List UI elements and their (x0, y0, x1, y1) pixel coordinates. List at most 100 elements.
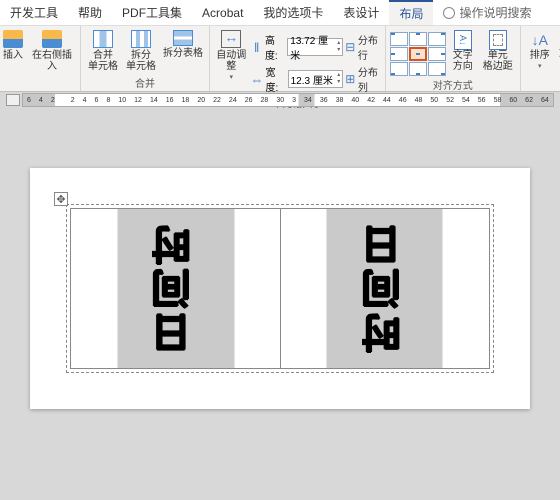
align-middle-left[interactable] (390, 47, 408, 61)
auto-fit-button[interactable]: 自动调整 ▾ (214, 28, 248, 85)
width-input[interactable]: 12.3 厘米 ▴▾ (288, 70, 344, 88)
table-move-handle[interactable]: ✥ (54, 192, 68, 206)
merge-cells-label: 合并 单元格 (88, 50, 118, 72)
dropdown-icon: ▾ (538, 61, 542, 72)
ruler-mark: 48 (415, 97, 423, 104)
lightbulb-icon (443, 7, 455, 19)
align-top-right[interactable] (428, 32, 446, 46)
ruler-mark: 30 (276, 97, 284, 104)
ruler-mark: 38 (336, 97, 344, 104)
ruler-mark: 4 (83, 97, 87, 104)
align-top-center[interactable] (409, 32, 427, 46)
ruler-mark: 3 (292, 97, 296, 104)
size-inputs: ‖ 高度: 13.72 厘米 ▴▾ ⇔ 宽度: 12.3 厘米 ▴▾ (250, 28, 343, 94)
width-spinner[interactable]: ▴▾ (337, 72, 340, 86)
text-direction-button[interactable]: A↓ 文字 方向 (448, 28, 478, 74)
split-cells-icon (131, 30, 151, 48)
auto-fit-label: 自动调整 (215, 50, 247, 72)
ruler-mark: 28 (261, 97, 269, 104)
document-table[interactable]: 日间时 时间日 (70, 208, 490, 369)
align-top-left[interactable] (390, 32, 408, 46)
ruler-mark: 40 (351, 97, 359, 104)
ruler-mark: 14 (150, 97, 158, 104)
ruler-mark: 36 (320, 97, 328, 104)
align-bottom-right[interactable] (428, 62, 446, 76)
split-table-icon (173, 30, 193, 46)
group-cell-size: 自动调整 ▾ ‖ 高度: 13.72 厘米 ▴▾ ⇔ 宽度: 12.3 厘米 (210, 26, 386, 91)
insert-right-button[interactable]: 在右侧插入 (28, 28, 76, 74)
tell-me-label: 操作说明搜索 (459, 4, 531, 21)
tab-dev-tools[interactable]: 开发工具 (0, 0, 68, 25)
width-value: 12.3 厘米 (291, 72, 333, 87)
height-spinner[interactable]: ▴▾ (337, 40, 340, 54)
ruler-mark: 6 (95, 97, 99, 104)
merge-group-label: 合并 (135, 74, 155, 91)
cell-margins-button[interactable]: 单元 格边距 (480, 28, 516, 74)
alignment-grid (390, 28, 446, 76)
distribute-rows-button[interactable]: ⊟ 分布行 (345, 32, 381, 62)
ruler-mark: 22 (213, 97, 221, 104)
tab-layout[interactable]: 布局 (389, 0, 433, 25)
sort-label: 排序 (530, 50, 550, 61)
align-bottom-left[interactable] (390, 62, 408, 76)
tab-table-design[interactable]: 表设计 (333, 0, 389, 25)
ruler-corner[interactable] (6, 94, 20, 106)
merge-cells-button[interactable]: 合并 单元格 (85, 28, 121, 74)
tab-help[interactable]: 帮助 (68, 0, 112, 25)
split-cells-label: 拆分 单元格 (126, 50, 156, 72)
tab-mytab[interactable]: 我的选项卡 (253, 0, 333, 25)
cell-margins-icon (489, 30, 507, 50)
ruler-mark: 20 (197, 97, 205, 104)
ruler-area: 6422468101214161820222426283033436384042… (0, 92, 560, 108)
ruler-mark: 2 (71, 97, 75, 104)
tab-pdf[interactable]: PDF工具集 (112, 0, 192, 25)
cell-margins-label: 单元 格边距 (483, 50, 513, 72)
height-label: 高度: (265, 32, 285, 62)
height-row: ‖ 高度: 13.72 厘米 ▴▾ (250, 32, 343, 62)
height-input[interactable]: 13.72 厘米 ▴▾ (287, 38, 343, 56)
sort-icon: ↓A (531, 30, 549, 50)
ruler-mark: 8 (106, 97, 110, 104)
auto-fit-icon (221, 30, 241, 48)
ribbon-tabs: 开发工具 帮助 PDF工具集 Acrobat 我的选项卡 表设计 布局 操作说明… (0, 0, 560, 26)
ruler-mark: 26 (245, 97, 253, 104)
tell-me-search[interactable]: 操作说明搜索 (433, 0, 531, 25)
align-bottom-center[interactable] (409, 62, 427, 76)
width-label: 宽度: (265, 64, 285, 94)
horizontal-ruler[interactable]: 6422468101214161820222426283033436384042… (22, 93, 554, 107)
insert-right-icon (42, 30, 62, 48)
ruler-mark: 10 (118, 97, 126, 104)
ruler-mark: 50 (430, 97, 438, 104)
ruler-mark: 42 (367, 97, 375, 104)
insert-label: 插入 (3, 50, 23, 61)
split-cells-button[interactable]: 拆分 单元格 (123, 28, 159, 74)
table-row: 日间时 时间日 (71, 209, 490, 369)
distribute-column: ⊟ 分布行 ⊞ 分布列 (345, 28, 381, 94)
group-insert: 插入 在右侧插入 (0, 26, 81, 91)
sort-button[interactable]: ↓A 排序 ▾ (525, 28, 555, 74)
tab-acrobat[interactable]: Acrobat (192, 0, 253, 25)
align-middle-center[interactable] (409, 47, 427, 61)
table-cell-2[interactable]: 时间日 (280, 209, 490, 369)
cell-text-2: 时间日 (356, 221, 414, 353)
insert-button-partial[interactable]: 插入 (0, 28, 26, 63)
document-canvas[interactable]: ✥ 日间时 时间日 (0, 108, 560, 500)
ruler-mark: 12 (134, 97, 142, 104)
height-icon: ‖ (250, 40, 262, 55)
align-group-label: 对齐方式 (433, 76, 473, 93)
ribbon-content: 插入 在右侧插入 合并 单元格 拆分 单元格 拆分表格 合并 (0, 26, 560, 92)
ruler-mark: 64 (541, 97, 549, 104)
ruler-mark: 52 (446, 97, 454, 104)
insert-right-label: 在右侧插入 (29, 50, 75, 72)
ruler-mark: 16 (166, 97, 174, 104)
distribute-cols-button[interactable]: ⊞ 分布列 (345, 64, 381, 94)
merge-cells-icon (93, 30, 113, 48)
text-direction-icon: A↓ (454, 30, 472, 50)
split-table-button[interactable]: 拆分表格 (161, 28, 205, 61)
table-cell-1[interactable]: 日间时 (71, 209, 281, 369)
dist-rows-icon: ⊟ (345, 40, 356, 54)
split-table-label: 拆分表格 (163, 48, 203, 59)
ruler-mark: 6 (27, 97, 31, 104)
align-middle-right[interactable] (428, 47, 446, 61)
page: ✥ 日间时 时间日 (30, 168, 530, 409)
